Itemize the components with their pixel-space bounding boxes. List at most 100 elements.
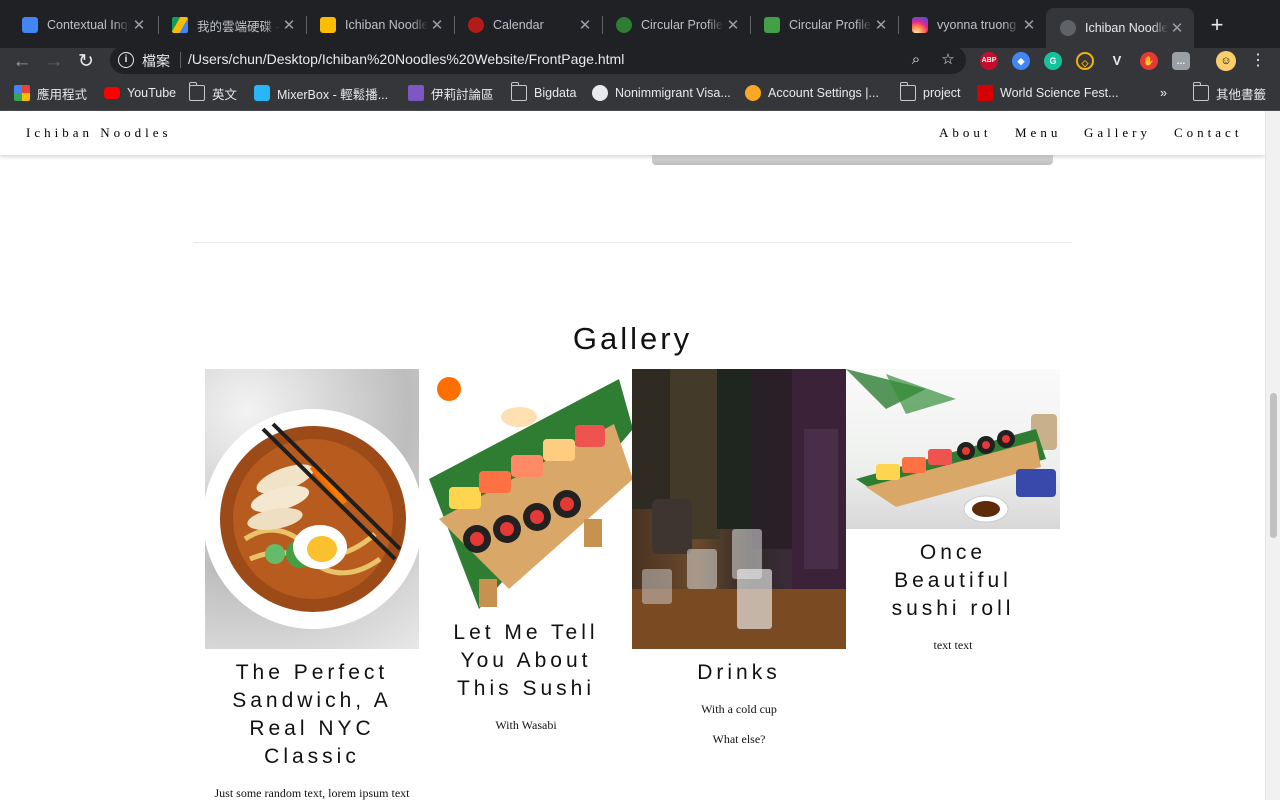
close-icon[interactable]: ✕ — [428, 16, 446, 34]
gallery-card: Let Me Tell You About This Sushi With Wa… — [419, 369, 633, 733]
close-icon[interactable]: ✕ — [1168, 19, 1186, 37]
bookmark-visa[interactable]: Nonimmigrant Visa... — [592, 83, 731, 103]
tab[interactable]: 我的雲端硬碟 - ✕ — [158, 8, 306, 42]
page-scrollbar[interactable] — [1265, 111, 1280, 800]
close-icon[interactable]: ✕ — [724, 16, 742, 34]
close-icon[interactable]: ✕ — [1020, 16, 1038, 34]
bookmark-label: World Science Fest... — [1000, 86, 1119, 100]
card-text: What else? — [712, 732, 766, 746]
tab-strip: Contextual Inqu ✕ 我的雲端硬碟 - ✕ Ichiban Noo… — [0, 0, 1280, 48]
close-icon[interactable]: ✕ — [130, 16, 148, 34]
forward-arrow-icon[interactable]: → — [41, 49, 67, 75]
close-icon[interactable]: ✕ — [280, 16, 298, 34]
back-arrow-icon[interactable]: ← — [9, 49, 35, 75]
tab[interactable]: Ichiban Noodle ✕ — [306, 8, 454, 42]
folder-icon — [899, 82, 916, 101]
nav-link-about[interactable]: About — [939, 125, 992, 141]
v-extension-icon[interactable]: V — [1108, 52, 1126, 70]
wsf-icon — [977, 85, 993, 101]
bookmark-youtube[interactable]: YouTube — [104, 83, 176, 103]
bookmark-label: 英文 — [212, 87, 238, 102]
nav-link-menu[interactable]: Menu — [1015, 125, 1061, 141]
bookmark-label: Account Settings |... — [768, 86, 879, 100]
tab[interactable]: Calendar ✕ — [454, 8, 602, 42]
sushi-roll-image — [846, 369, 1060, 529]
bookmark-wsf[interactable]: World Science Fest... — [977, 83, 1119, 103]
drive-favicon-icon — [172, 17, 188, 33]
folder-icon — [188, 82, 205, 101]
bookmark-label: MixerBox - 輕鬆播... — [277, 87, 389, 102]
nav-link-contact[interactable]: Contact — [1174, 125, 1242, 141]
sake-drinks-image — [632, 369, 846, 649]
slides-favicon-icon — [320, 17, 336, 33]
sake-bottles-illustration — [632, 369, 846, 649]
web-page: Ichiban Noodles About Menu Gallery Conta… — [0, 111, 1265, 800]
site-navbar: Ichiban Noodles About Menu Gallery Conta… — [0, 111, 1265, 155]
bookmark-folder[interactable]: 英文 — [188, 82, 238, 103]
close-icon[interactable]: ✕ — [872, 16, 890, 34]
tab-title: Ichiban Noodle — [1085, 21, 1168, 35]
tab[interactable]: Circular Profile ✕ — [750, 8, 898, 42]
new-tab-plus-icon[interactable]: + — [1204, 12, 1230, 38]
more-vertical-icon[interactable]: ⋮ — [1250, 50, 1266, 72]
tab-title: vyonna truong — [937, 18, 1017, 32]
site-brand[interactable]: Ichiban Noodles — [26, 125, 172, 141]
bookmark-folder[interactable]: project — [899, 82, 961, 103]
tab[interactable]: vyonna truong ✕ — [898, 8, 1046, 42]
info-icon[interactable]: i — [118, 52, 134, 68]
tab[interactable]: Circular Profile ✕ — [602, 8, 750, 42]
tab-title: Circular Profile — [641, 18, 723, 32]
globe-favicon-icon — [1060, 20, 1076, 36]
honey-extension-icon[interactable]: ◇ — [1076, 52, 1094, 70]
bookmark-mixerbox[interactable]: MixerBox - 輕鬆播... — [254, 83, 388, 103]
bookmark-folder[interactable]: Bigdata — [510, 82, 577, 103]
apps-grid-icon — [14, 85, 30, 101]
eyny-icon — [408, 85, 424, 101]
profile-avatar-icon[interactable]: ☺ — [1216, 51, 1236, 71]
folder-icon — [510, 82, 527, 101]
chevron-right-double-icon[interactable]: » — [1160, 83, 1167, 103]
calendar-favicon-icon — [468, 17, 484, 33]
c-logo-icon — [745, 85, 761, 101]
card-title: Once Beautiful sushi roll — [891, 541, 1015, 620]
sushi-image — [419, 369, 633, 609]
url-text[interactable]: /Users/chun/Desktop/Ichiban%20Noodles%20… — [188, 51, 624, 67]
sushi-roll-illustration — [846, 369, 1057, 523]
tab-title: Contextual Inqu — [47, 18, 130, 32]
zoom-icon[interactable]: ⌕ — [906, 50, 926, 70]
card-text: With Wasabi — [495, 718, 557, 732]
omnibox-separator — [180, 52, 181, 68]
card-title: The Perfect Sandwich, A Real NYC Classic — [232, 661, 392, 768]
adblock-extension-icon[interactable]: ABP — [980, 52, 998, 70]
bookmark-label: 應用程式 — [37, 87, 88, 102]
tab[interactable]: Contextual Inqu ✕ — [8, 8, 156, 42]
reload-icon[interactable]: ↻ — [73, 49, 99, 75]
bookmark-eyny[interactable]: 伊莉討論區 — [408, 83, 494, 103]
close-icon[interactable]: ✕ — [576, 16, 594, 34]
address-bar[interactable]: i 檔案 /Users/chun/Desktop/Ichiban%20Noodl… — [110, 46, 966, 74]
bookmark-label: Bigdata — [534, 86, 577, 100]
tab-active[interactable]: Ichiban Noodle ✕ — [1046, 8, 1194, 48]
gallery-card: Drinks With a cold cup What else? — [632, 369, 846, 747]
gallery-heading: Gallery — [572, 321, 693, 356]
scrollbar-thumb[interactable] — [1270, 393, 1277, 538]
stack-favicon-icon — [764, 17, 780, 33]
sushi-board-illustration — [429, 377, 633, 609]
chat-extension-icon[interactable]: … — [1172, 52, 1190, 70]
instagram-favicon-icon — [912, 17, 928, 33]
bookmark-other[interactable]: 其他書籤 — [1192, 82, 1266, 103]
card-title: Drinks — [697, 661, 781, 684]
gear-favicon-icon — [616, 17, 632, 33]
card-text: With a cold cup — [701, 702, 777, 716]
bookmark-apps[interactable]: 應用程式 — [14, 83, 87, 103]
bookmark-account-settings[interactable]: Account Settings |... — [745, 83, 879, 103]
bookmark-label: YouTube — [127, 86, 177, 100]
section-divider — [193, 242, 1072, 243]
hand-extension-icon[interactable]: ✋ — [1140, 52, 1158, 70]
star-icon[interactable]: ☆ — [938, 50, 958, 70]
docs-favicon-icon — [22, 17, 38, 33]
grammarly-extension-icon[interactable]: G — [1044, 52, 1062, 70]
diamond-extension-icon[interactable]: ◆ — [1012, 52, 1030, 70]
youtube-icon — [104, 87, 120, 99]
nav-link-gallery[interactable]: Gallery — [1084, 125, 1151, 141]
